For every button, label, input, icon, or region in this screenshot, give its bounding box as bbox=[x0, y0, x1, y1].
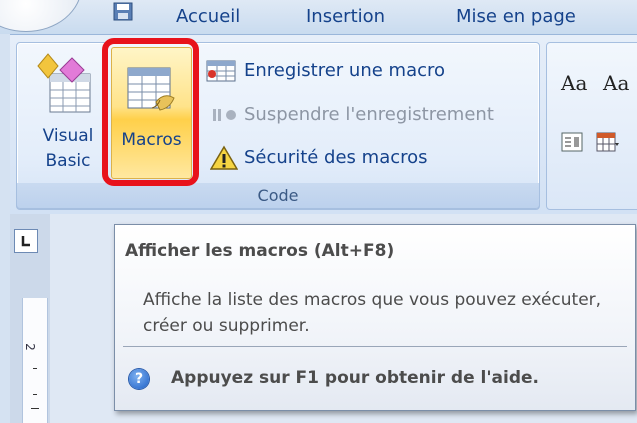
ruler-tick bbox=[33, 394, 37, 395]
tooltip-help-text: Appuyez sur F1 pour obtenir de l'aide. bbox=[171, 368, 539, 388]
styles-group: Aa Aa bbox=[546, 42, 637, 210]
macro-security-button[interactable]: Sécurité des macros bbox=[206, 145, 466, 171]
record-macro-label: Enregistrer une macro bbox=[244, 60, 446, 81]
visual-basic-button[interactable]: Visual Basic bbox=[28, 50, 108, 180]
vertical-ruler[interactable] bbox=[22, 298, 48, 423]
tab-insertion[interactable]: Insertion bbox=[306, 6, 385, 27]
code-group-label: Code bbox=[257, 186, 299, 205]
ruler-tick bbox=[33, 368, 37, 369]
pause-recording-button: Suspendre l'enregistrement bbox=[206, 102, 526, 128]
warning-icon bbox=[209, 145, 239, 175]
macros-highlight-frame bbox=[102, 38, 199, 186]
help-icon: ? bbox=[129, 369, 149, 389]
tab-selector-button[interactable] bbox=[14, 229, 38, 253]
ruler-number: 2 bbox=[22, 343, 37, 351]
style-sample-1[interactable]: Aa bbox=[561, 71, 587, 95]
visual-basic-label: Visual Basic bbox=[42, 126, 94, 171]
pause-recording-label: Suspendre l'enregistrement bbox=[244, 104, 494, 125]
insert-table-icon[interactable] bbox=[595, 129, 621, 159]
tooltip-description: Affiche la liste des macros que vous pou… bbox=[143, 290, 602, 336]
tab-accueil[interactable]: Accueil bbox=[176, 6, 240, 27]
record-macro-button[interactable]: Enregistrer une macro bbox=[206, 58, 496, 84]
tab-mise-en-page[interactable]: Mise en page bbox=[456, 6, 576, 27]
visual-basic-icon bbox=[36, 52, 96, 126]
outline-icon[interactable] bbox=[561, 131, 583, 157]
save-icon[interactable] bbox=[112, 2, 134, 22]
macros-tooltip: Afficher les macros (Alt+F8) Affiche la … bbox=[114, 224, 636, 411]
tooltip-title: Afficher les macros (Alt+F8) bbox=[125, 241, 395, 261]
code-group-label-bar: Code bbox=[16, 183, 540, 209]
tab-stop-left-icon bbox=[21, 236, 30, 247]
record-macro-icon bbox=[206, 59, 238, 87]
tooltip-divider bbox=[123, 346, 627, 347]
pause-recording-icon bbox=[212, 106, 238, 128]
ruler-tick bbox=[31, 408, 39, 409]
style-sample-2[interactable]: Aa bbox=[603, 71, 629, 95]
macro-security-label: Sécurité des macros bbox=[244, 147, 428, 168]
